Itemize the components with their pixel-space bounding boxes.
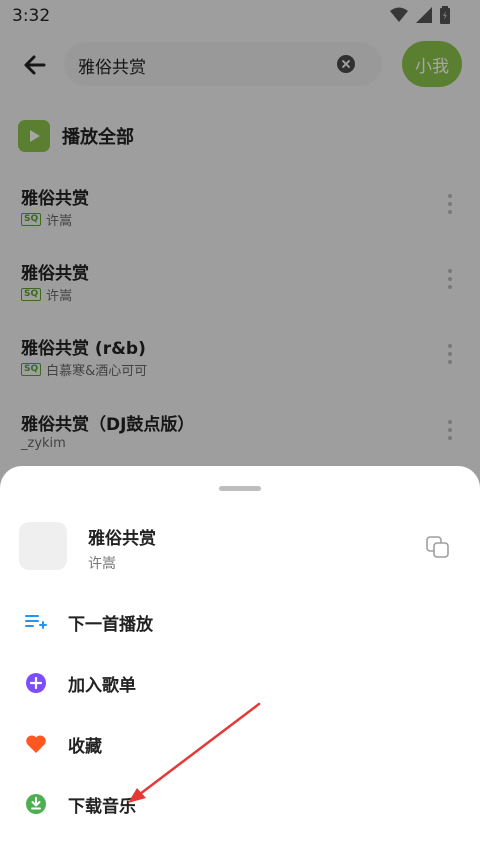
sheet-song-title: 雅俗共赏 xyxy=(88,529,156,549)
action-label: 收藏 xyxy=(68,736,102,757)
copy-icon[interactable] xyxy=(426,536,452,558)
song-options-sheet: 雅俗共赏 许嵩 下一首播放 加入歌单 收藏 下载音乐 xyxy=(0,466,480,853)
action-label: 加入歌单 xyxy=(68,675,136,696)
play-next-button[interactable]: 下一首播放 xyxy=(24,602,424,642)
add-to-playlist-button[interactable]: 加入歌单 xyxy=(24,663,424,703)
sheet-song-artist: 许嵩 xyxy=(88,556,116,572)
play-next-icon xyxy=(24,610,48,634)
action-label: 下一首播放 xyxy=(68,614,153,635)
add-playlist-icon xyxy=(24,671,48,695)
favorite-button[interactable]: 收藏 xyxy=(24,724,424,764)
album-cover xyxy=(19,522,67,570)
action-label: 下载音乐 xyxy=(68,796,136,817)
download-button[interactable]: 下载音乐 xyxy=(24,784,424,824)
heart-icon xyxy=(24,732,48,756)
download-icon xyxy=(24,792,48,816)
drag-handle[interactable] xyxy=(219,486,261,491)
